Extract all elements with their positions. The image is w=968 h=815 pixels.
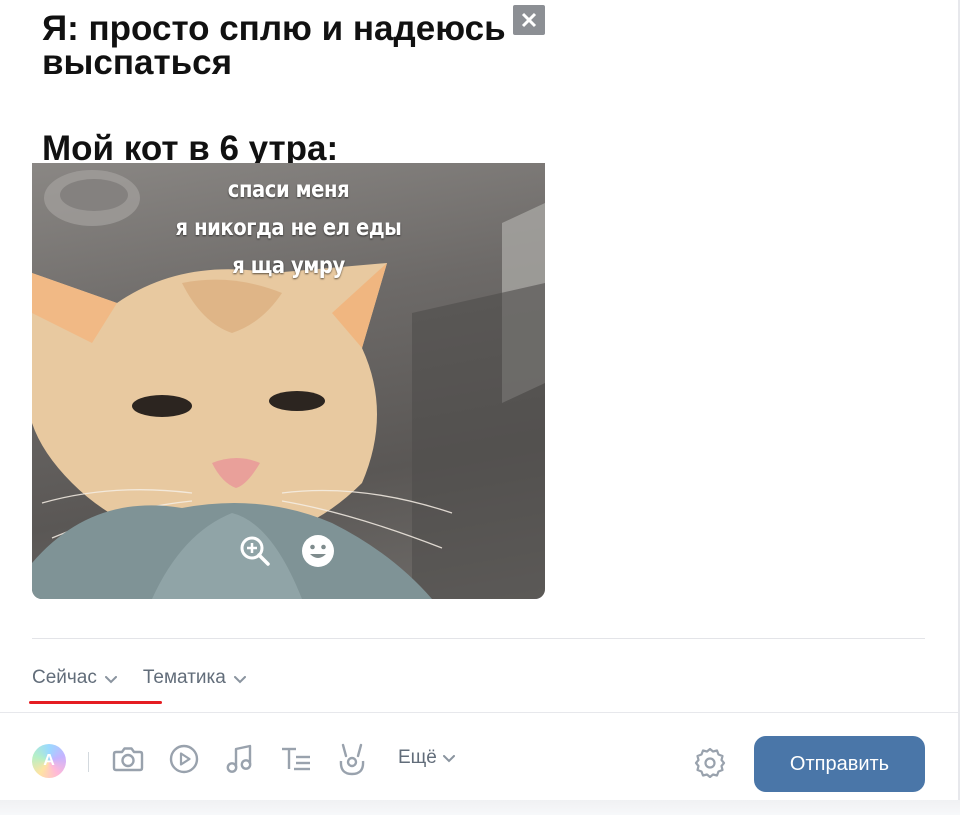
chevron-down-icon (442, 747, 455, 769)
video-icon (169, 744, 199, 774)
active-underline (29, 701, 162, 704)
chevron-down-icon (233, 668, 246, 690)
composer-toolbar: A Ещё Отправить (0, 730, 958, 794)
topic-label: Тематика (142, 667, 226, 688)
music-button[interactable] (223, 742, 257, 776)
chevron-down-icon (104, 668, 117, 690)
meme-line-1: Я: просто сплю и надеюсь выспаться (42, 9, 506, 82)
publish-time-label: Сейчас (32, 667, 97, 688)
text-icon (282, 747, 310, 771)
gesture-button[interactable] (335, 742, 369, 776)
photo-button[interactable] (111, 742, 145, 776)
more-dropdown[interactable]: Ещё (398, 747, 455, 769)
divider (0, 712, 958, 713)
caption-line-1: спаси меня (227, 177, 350, 203)
panel-bottom-shadow (0, 800, 960, 815)
gesture-icon (339, 743, 365, 776)
send-button[interactable]: Отправить (754, 736, 925, 792)
remove-attachment-button[interactable] (513, 5, 545, 35)
publish-time-dropdown[interactable]: Сейчас (32, 666, 117, 690)
toolbar-separator (88, 752, 89, 772)
topic-dropdown[interactable]: Тематика (143, 666, 246, 690)
panel-right-border (958, 0, 960, 800)
cat-photo: спаси меня я никогда не ел еды я ща умру (32, 163, 545, 599)
post-composer: Я: просто сплю и надеюсь выспаться Мой к… (0, 0, 958, 800)
meme-line-2: Мой кот в 6 утра: (42, 129, 339, 168)
ai-assistant-button[interactable]: A (32, 744, 66, 778)
video-button[interactable] (167, 742, 201, 776)
caption-line-3: я ща умру (232, 253, 345, 279)
emoji-icon[interactable] (300, 533, 336, 569)
post-meta-row: Сейчас Тематика (32, 663, 246, 693)
meme-text: Я: просто сплю и надеюсь выспаться Мой к… (42, 9, 542, 168)
divider (32, 638, 925, 639)
image-attachment[interactable]: Я: просто сплю и надеюсь выспаться Мой к… (32, 0, 545, 599)
photo-icon (112, 747, 144, 772)
more-label: Ещё (398, 747, 437, 768)
zoom-in-icon[interactable] (237, 533, 273, 569)
caption-line-2: я никогда не ел еды (175, 215, 402, 241)
close-icon (521, 12, 537, 28)
settings-icon (694, 747, 726, 778)
text-button[interactable] (279, 742, 313, 776)
music-icon (226, 744, 252, 773)
avatar-letter: A (43, 752, 55, 769)
settings-button[interactable] (693, 745, 727, 779)
